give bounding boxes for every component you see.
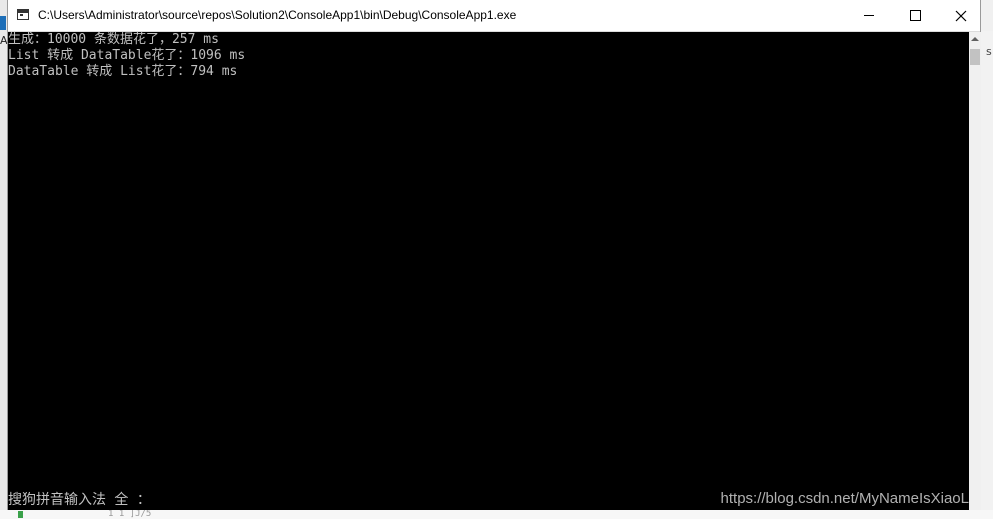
watermark-text: https://blog.csdn.net/MyNameIsXiaoL (720, 490, 969, 507)
background-window-right-edge: s (980, 31, 993, 511)
background-status-marker (18, 511, 23, 518)
console-line: DataTable 转成 List花了：794 ms (8, 64, 238, 79)
console-output-area[interactable]: 生成：10000 条数据花了，257 ms List 转成 DataTable花… (8, 32, 969, 510)
background-window-bottom-edge: 1 1 ]J/5 (0, 509, 993, 519)
ime-status-text: 搜狗拼音输入法 全 ： (8, 492, 151, 508)
vertical-scrollbar[interactable] (969, 32, 981, 510)
scroll-thumb[interactable] (970, 49, 980, 65)
minimize-icon (864, 15, 874, 16)
background-letter-right: s (986, 45, 992, 58)
title-bar[interactable]: C:\Users\Administrator\source\repos\Solu… (8, 0, 980, 32)
console-window[interactable]: C:\Users\Administrator\source\repos\Solu… (7, 0, 981, 510)
background-tab-marker (0, 16, 6, 30)
background-bottom-text: 1 1 ]J/5 (108, 509, 152, 519)
maximize-icon (909, 10, 921, 21)
window-title: C:\Users\Administrator\source\repos\Solu… (38, 8, 517, 22)
console-line: 生成：10000 条数据花了，257 ms (8, 32, 219, 47)
minimize-button[interactable] (846, 0, 892, 31)
close-button[interactable] (938, 0, 984, 31)
console-line: List 转成 DataTable花了：1096 ms (8, 48, 246, 63)
scroll-up-arrow-icon[interactable] (969, 32, 981, 46)
maximize-button[interactable] (892, 0, 938, 31)
console-app-icon[interactable] (17, 9, 29, 20)
close-icon (955, 10, 967, 21)
